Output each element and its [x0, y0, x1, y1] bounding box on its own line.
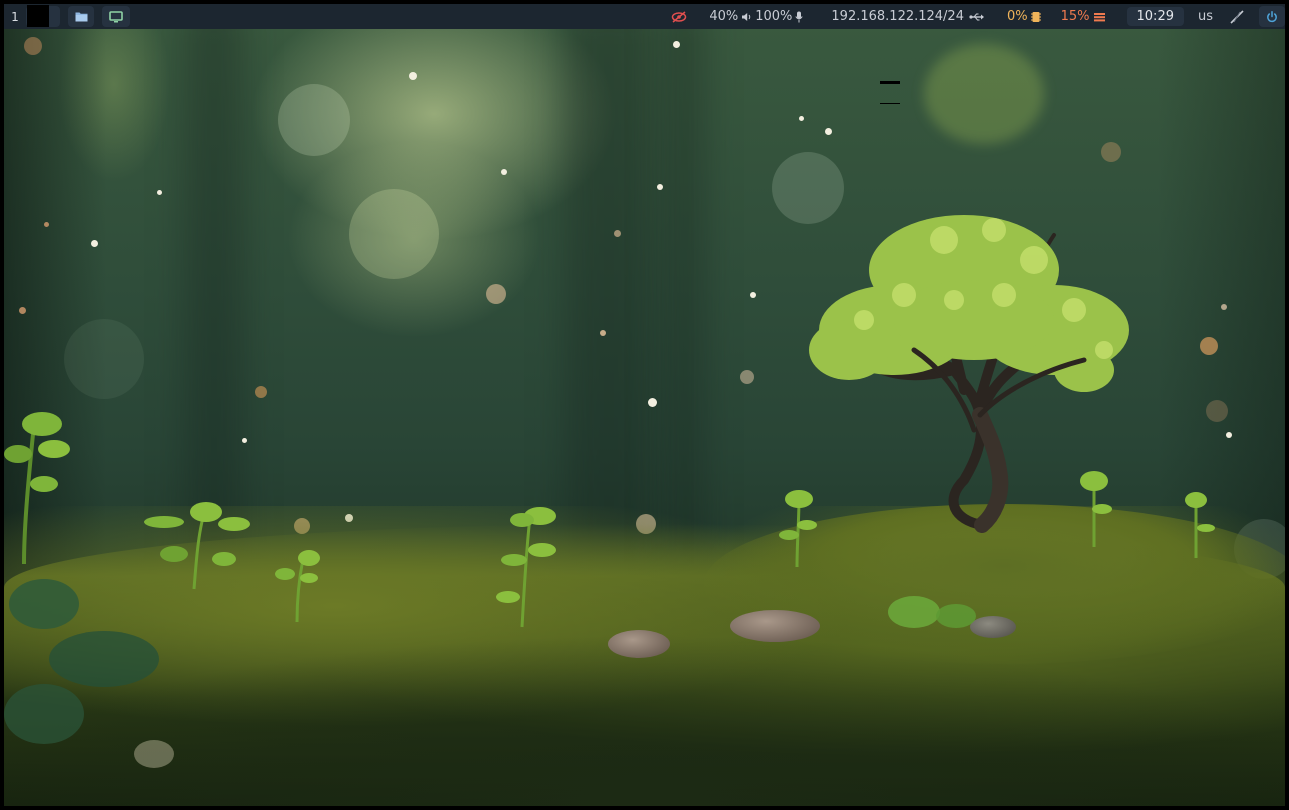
desktop-wallpaper [4, 4, 1285, 806]
workspace-window-thumbnail [27, 5, 49, 27]
pen-icon [1229, 9, 1245, 24]
microphone-value: 100% [755, 9, 793, 24]
cpu-module[interactable]: 0% [993, 9, 1049, 24]
display-launcher-button[interactable] [102, 6, 130, 27]
memory-module[interactable]: 15% [1049, 9, 1113, 24]
memory-value: 15% [1060, 9, 1090, 24]
eye-slash-icon [671, 10, 687, 23]
workspace-indicator[interactable]: 1 [4, 10, 26, 24]
network-address: 192.168.122.124/24 [831, 9, 964, 24]
cpu-value: 0% [1006, 9, 1028, 24]
top-status-bar: 1 40% 100% 192.168.122.124/24 0% 15% 10:… [4, 4, 1285, 29]
speaker-icon [741, 12, 751, 22]
volume-module[interactable]: 40% 100% [695, 9, 811, 24]
power-icon [1266, 10, 1278, 23]
power-button[interactable] [1259, 6, 1285, 27]
privacy-indicator[interactable] [663, 10, 695, 23]
microphone-icon [795, 11, 804, 23]
files-launcher-button[interactable] [68, 6, 94, 27]
cpu-icon [1030, 11, 1041, 23]
volume-value: 40% [709, 9, 739, 24]
ethernet-icon [969, 12, 985, 22]
monitor-icon [109, 10, 123, 23]
keyboard-layout[interactable]: us [1192, 9, 1221, 24]
network-module[interactable]: 192.168.122.124/24 [811, 9, 993, 24]
desktop-cursor-mark [880, 81, 900, 84]
tray-item[interactable] [1221, 9, 1253, 24]
folder-icon [75, 11, 88, 22]
memory-icon [1093, 12, 1105, 22]
clock[interactable]: 10:29 [1126, 7, 1184, 26]
